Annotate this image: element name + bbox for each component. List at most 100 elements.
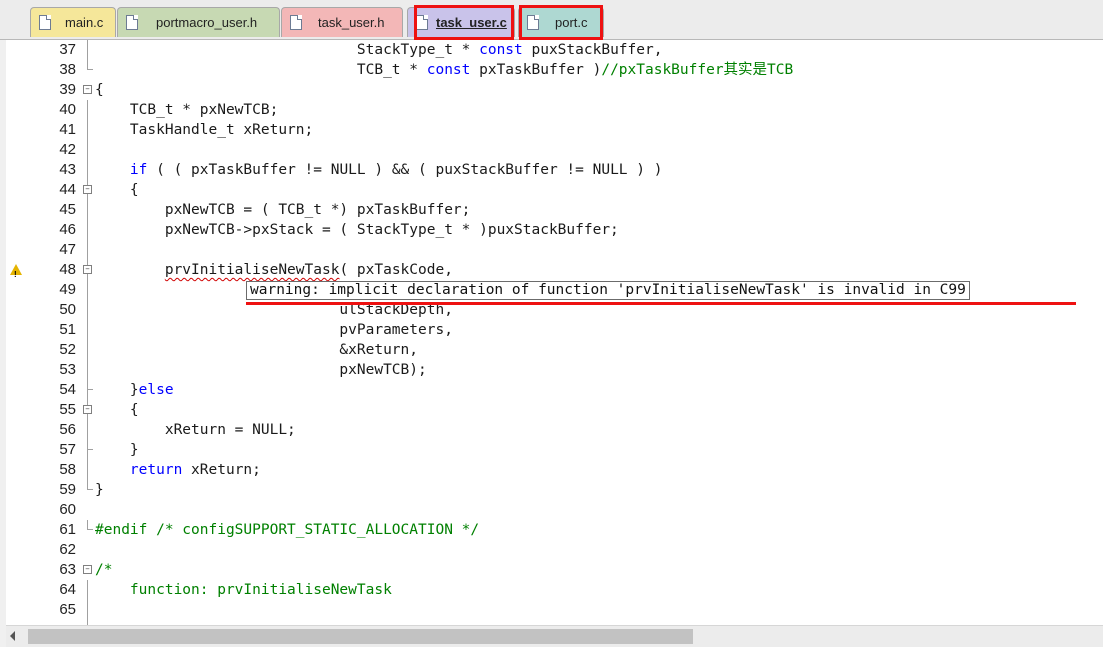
code-line[interactable]: 53 pxNewTCB); — [6, 360, 1103, 380]
code-editor[interactable]: 37 StackType_t * const puxStackBuffer, 3… — [6, 40, 1103, 625]
tab-task-user-h[interactable]: task_user.h — [281, 7, 403, 37]
code-line[interactable]: 41 TaskHandle_t xReturn; — [6, 120, 1103, 140]
code-line[interactable]: 61 #endif /* configSUPPORT_STATIC_ALLOCA… — [6, 520, 1103, 540]
code-line[interactable]: 43 if ( ( pxTaskBuffer != NULL ) && ( pu… — [6, 160, 1103, 180]
line-number: 37 — [59, 41, 76, 58]
tab-label: task_user.h — [318, 15, 385, 30]
line-number: 64 — [59, 581, 76, 598]
code-line[interactable]: 63 /* — [6, 560, 1103, 580]
line-number: 59 — [59, 481, 76, 498]
line-number: 55 — [59, 401, 76, 418]
code-text: { — [95, 182, 139, 198]
code-line[interactable]: 54 }else — [6, 380, 1103, 400]
code-text: pvParameters, — [95, 322, 453, 338]
line-number: 45 — [59, 201, 76, 218]
file-icon — [126, 15, 138, 30]
code-line[interactable]: 51 pvParameters, — [6, 320, 1103, 340]
editor-tab-bar: main.c portmacro_user.h task_user.h task… — [0, 0, 1103, 40]
tab-label: task_user.c — [436, 15, 507, 30]
scrollbar-thumb[interactable] — [28, 629, 693, 644]
line-number: 38 — [59, 61, 76, 78]
line-number: 57 — [59, 441, 76, 458]
code-text: #endif /* configSUPPORT_STATIC_ALLOCATIO… — [95, 522, 480, 538]
tab-label: main.c — [65, 15, 104, 30]
line-number: 48 — [59, 261, 76, 278]
line-number: 40 — [59, 101, 76, 118]
tab-main-c[interactable]: main.c — [30, 7, 116, 37]
code-line[interactable]: 48 prvInitialiseNewTask( pxTaskCode, — [6, 260, 1103, 285]
code-text: /* — [95, 562, 113, 578]
tab-port-c[interactable]: port.c — [518, 7, 604, 37]
code-text: if ( ( pxTaskBuffer != NULL ) && ( puxSt… — [129, 162, 663, 178]
line-number: 60 — [59, 501, 76, 518]
code-line[interactable]: 38 TCB_t * const pxTaskBuffer )//pxTaskB… — [6, 60, 1103, 80]
tooltip-red-underline — [246, 302, 1076, 305]
tab-portmacro-user-h[interactable]: portmacro_user.h — [117, 7, 280, 37]
code-line[interactable]: 59 } — [6, 480, 1103, 500]
line-number: 43 — [59, 161, 76, 178]
code-line[interactable]: 64 function: prvInitialiseNewTask — [6, 580, 1103, 600]
code-line[interactable]: 55 { — [6, 400, 1103, 420]
warning-icon[interactable] — [10, 264, 22, 285]
fold-toggle-icon[interactable] — [83, 185, 92, 194]
code-line[interactable]: 56 xReturn = NULL; — [6, 420, 1103, 440]
code-line[interactable]: 65 — [6, 600, 1103, 620]
tab-label: portmacro_user.h — [156, 15, 258, 30]
code-line[interactable]: 47 — [6, 240, 1103, 260]
code-text: } — [95, 442, 139, 458]
fold-toggle-icon[interactable] — [83, 405, 92, 414]
tab-label: port.c — [555, 15, 588, 30]
code-line[interactable]: 62 — [6, 540, 1103, 560]
code-line[interactable]: 45 pxNewTCB = ( TCB_t *) pxTaskBuffer; — [6, 200, 1103, 220]
code-text: { — [95, 82, 104, 98]
code-line[interactable]: 60 — [6, 500, 1103, 520]
tab-task-user-c[interactable]: task_user.c — [407, 7, 515, 37]
code-text: pxNewTCB = ( TCB_t *) pxTaskBuffer; — [95, 202, 471, 218]
line-number: 50 — [59, 301, 76, 318]
line-number: 42 — [59, 141, 76, 158]
code-text: &xReturn, — [95, 342, 419, 358]
line-number: 65 — [59, 601, 76, 618]
code-line[interactable]: 46 pxNewTCB->pxStack = ( StackType_t * )… — [6, 220, 1103, 240]
line-number: 39 — [59, 81, 76, 98]
code-text: TCB_t * pxNewTCB; — [95, 102, 279, 118]
fold-toggle-icon[interactable] — [83, 265, 92, 274]
horizontal-scrollbar[interactable] — [6, 625, 1103, 647]
line-number: 46 — [59, 221, 76, 238]
code-text: TCB_t * const pxTaskBuffer )//pxTaskBuff… — [95, 62, 794, 78]
line-number: 58 — [59, 461, 76, 478]
code-text: pxNewTCB); — [95, 362, 427, 378]
scroll-left-arrow-icon[interactable] — [10, 631, 15, 641]
line-number: 41 — [59, 121, 76, 138]
line-number: 49 — [59, 281, 76, 298]
warning-tooltip: warning: implicit declaration of functio… — [246, 281, 970, 300]
code-line[interactable]: 40 TCB_t * pxNewTCB; — [6, 100, 1103, 120]
code-line[interactable]: 58 return xReturn; — [6, 460, 1103, 480]
code-line[interactable]: 39 { — [6, 80, 1103, 100]
code-text: } — [95, 482, 104, 498]
file-icon — [416, 15, 428, 30]
code-text: return xReturn; — [129, 462, 261, 478]
line-number: 51 — [59, 321, 76, 338]
code-line[interactable]: 44 { — [6, 180, 1103, 200]
line-number: 44 — [59, 181, 76, 198]
code-text: pxNewTCB->pxStack = ( StackType_t * )pux… — [95, 222, 619, 238]
code-text: function: prvInitialiseNewTask — [95, 582, 392, 598]
code-text: }else — [95, 382, 174, 398]
code-text: xReturn = NULL; — [95, 422, 296, 438]
line-number: 56 — [59, 421, 76, 438]
bottom-strip — [0, 647, 1103, 654]
fold-toggle-icon[interactable] — [83, 565, 92, 574]
code-line[interactable]: 37 StackType_t * const puxStackBuffer, — [6, 40, 1103, 60]
line-number: 62 — [59, 541, 76, 558]
file-icon — [527, 15, 539, 30]
code-text: StackType_t * const puxStackBuffer, — [95, 42, 663, 58]
code-line[interactable]: 42 — [6, 140, 1103, 160]
line-number: 63 — [59, 561, 76, 578]
fold-toggle-icon[interactable] — [83, 85, 92, 94]
code-line[interactable]: 57 } — [6, 440, 1103, 460]
code-text: TaskHandle_t xReturn; — [95, 122, 314, 138]
code-text: { — [95, 402, 139, 418]
code-line[interactable]: 52 &xReturn, — [6, 340, 1103, 360]
code-text: prvInitialiseNewTask( pxTaskCode, — [164, 262, 453, 278]
